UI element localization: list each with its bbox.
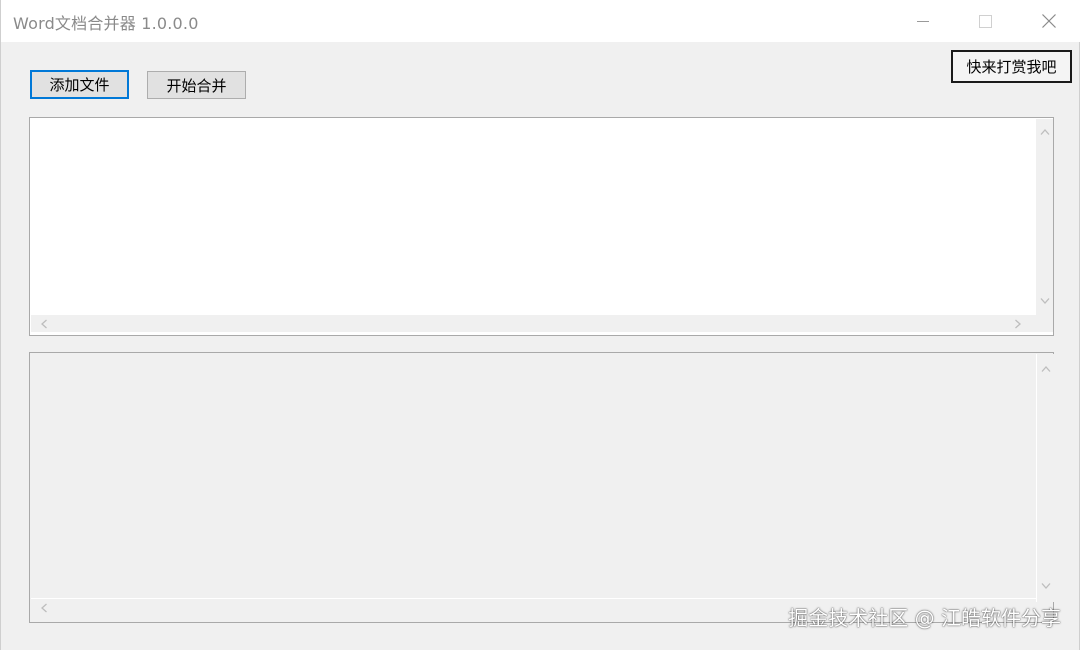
maximize-button — [955, 0, 1015, 42]
scroll-down-icon[interactable] — [1037, 577, 1054, 594]
log-vertical-scrollbar[interactable] — [1036, 354, 1054, 602]
scroll-right-icon[interactable] — [1009, 315, 1026, 332]
reward-button[interactable]: 快来打赏我吧 — [951, 50, 1072, 83]
scroll-left-icon[interactable] — [35, 315, 52, 332]
watermark: 掘金技术社区 @ 江皓软件分享 — [788, 606, 1061, 630]
main-window: Word文档合并器 1.0.0.0 添加文件 开始合并 快来打赏我吧 掘金技术社… — [0, 0, 1080, 650]
title-bar[interactable]: Word文档合并器 1.0.0.0 — [1, 0, 1080, 42]
maximize-icon — [978, 14, 992, 28]
log-output-text — [31, 354, 1035, 602]
file-list-vertical-scrollbar[interactable] — [1036, 119, 1053, 315]
scroll-down-icon[interactable] — [1036, 292, 1053, 309]
close-button[interactable] — [1019, 0, 1079, 42]
scroll-up-icon[interactable] — [1037, 360, 1054, 377]
window-title: Word文档合并器 1.0.0.0 — [13, 14, 199, 33]
scrollbar-corner — [1036, 315, 1053, 332]
scroll-left-icon[interactable] — [35, 599, 52, 616]
file-list-horizontal-scrollbar[interactable] — [31, 315, 1036, 332]
file-list[interactable] — [29, 117, 1054, 336]
minimize-button[interactable] — [893, 0, 953, 42]
add-files-button[interactable]: 添加文件 — [30, 70, 129, 99]
scroll-up-icon[interactable] — [1036, 123, 1053, 140]
file-list-content — [31, 119, 1035, 315]
minimize-icon — [917, 21, 929, 22]
start-merge-button[interactable]: 开始合并 — [147, 71, 246, 99]
close-icon — [1042, 14, 1056, 28]
log-output[interactable] — [29, 352, 1054, 623]
